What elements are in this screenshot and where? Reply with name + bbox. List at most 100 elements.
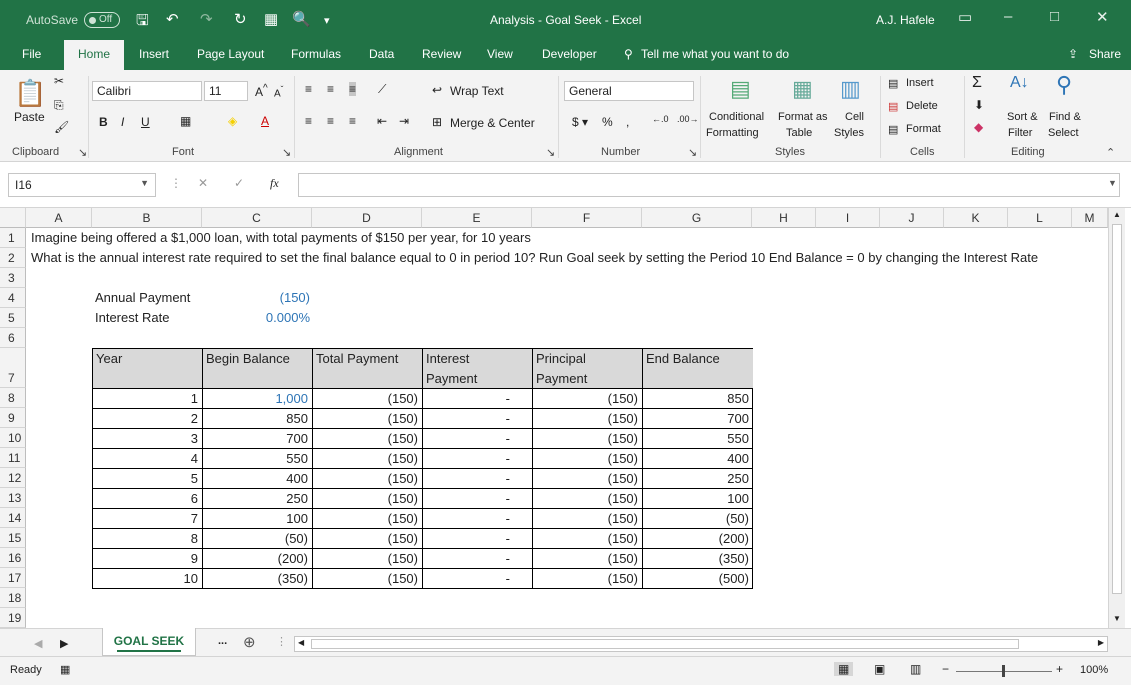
find-select-icon[interactable]: ⚲ [1056, 72, 1072, 98]
merge-center-button[interactable]: Merge & Center [450, 116, 535, 130]
column-header[interactable]: K [944, 208, 1008, 228]
sheet-tab-goal-seek[interactable]: GOAL SEEK [102, 628, 196, 656]
cell-interest-payment[interactable]: - [423, 569, 533, 589]
row-header[interactable]: 2 [0, 248, 26, 268]
customize-qat-icon[interactable]: ▾ [324, 14, 330, 27]
tab-home[interactable]: Home [64, 40, 125, 71]
cell-total-payment[interactable]: (150) [313, 449, 423, 469]
find-select-button[interactable]: Find & [1049, 111, 1081, 123]
cell-begin-balance[interactable]: 400 [203, 469, 313, 489]
format-painter-icon[interactable]: 🖌 [54, 120, 69, 134]
borders-icon[interactable]: ▦ [180, 114, 191, 128]
sort-filter-icon[interactable]: A↓ [1010, 74, 1029, 92]
header-begin-balance[interactable]: Begin Balance [203, 349, 313, 389]
row-header[interactable]: 16 [0, 548, 26, 568]
cell-interest-payment[interactable]: - [423, 529, 533, 549]
cell-end-balance[interactable]: (50) [643, 509, 753, 529]
cell-year[interactable]: 5 [93, 469, 203, 489]
row-header[interactable]: 18 [0, 588, 26, 608]
maximize-icon[interactable]: □ [1050, 8, 1059, 25]
wrap-text-button[interactable]: Wrap Text [450, 84, 504, 98]
tab-view[interactable]: View [487, 47, 513, 61]
cell-end-balance[interactable]: (500) [643, 569, 753, 589]
format-as-table-button[interactable]: Format as [778, 111, 828, 123]
cell-styles-button[interactable]: Cell [845, 111, 864, 123]
delete-cells-icon[interactable]: ▤ [888, 100, 898, 113]
increase-indent-icon[interactable]: ⇥ [399, 114, 409, 128]
zoom-level[interactable]: 100% [1080, 664, 1108, 676]
cell-a1-text[interactable]: Imagine being offered a $1,000 loan, wit… [31, 228, 531, 248]
copy-icon[interactable]: ⎘ [54, 98, 64, 113]
row-header[interactable]: 11 [0, 448, 26, 468]
fill-icon[interactable]: ⬇ [974, 98, 984, 112]
macro-record-icon[interactable]: ▦ [60, 663, 70, 676]
row-header[interactable]: 13 [0, 488, 26, 508]
cell-begin-balance[interactable]: (50) [203, 529, 313, 549]
row-header[interactable]: 8 [0, 388, 26, 408]
column-header[interactable]: I [816, 208, 880, 228]
row-header[interactable]: 10 [0, 428, 26, 448]
cell-begin-balance[interactable]: 700 [203, 429, 313, 449]
row-header[interactable]: 17 [0, 568, 26, 588]
page-layout-view-icon[interactable]: ▣ [874, 662, 885, 676]
cell-begin-balance[interactable]: 550 [203, 449, 313, 469]
increase-font-icon[interactable]: A^ [255, 83, 268, 99]
cell-principal-payment[interactable]: (150) [533, 429, 643, 449]
cell-end-balance[interactable]: (350) [643, 549, 753, 569]
formula-input[interactable] [298, 173, 1120, 197]
column-header[interactable]: M [1072, 208, 1108, 228]
insert-cells-button[interactable]: Insert [906, 77, 934, 89]
tab-review[interactable]: Review [422, 47, 461, 61]
tab-data[interactable]: Data [369, 47, 394, 61]
tab-formulas[interactable]: Formulas [291, 47, 341, 61]
horizontal-scrollbar[interactable]: ◀ ▶ [294, 636, 1108, 652]
align-bottom-icon[interactable]: ≡ [349, 82, 357, 96]
tab-developer[interactable]: Developer [542, 47, 597, 61]
share-icon[interactable]: ⇪ [1068, 47, 1078, 61]
align-center-icon[interactable]: ≡ [327, 114, 334, 128]
prev-sheet-icon[interactable]: ◀ [34, 637, 42, 650]
splitter-icon[interactable]: ⋮ [276, 635, 287, 648]
interest-rate-value[interactable]: 0.000% [202, 308, 310, 328]
dialog-launcher-icon[interactable]: ↘ [546, 146, 555, 159]
insert-cells-icon[interactable]: ▤ [888, 77, 898, 90]
insert-function-icon[interactable]: fx [270, 176, 279, 191]
zoom-in-icon[interactable]: + [1056, 662, 1063, 676]
cell-year[interactable]: 7 [93, 509, 203, 529]
minimize-icon[interactable]: – [1004, 8, 1012, 25]
tab-page-layout[interactable]: Page Layout [197, 47, 264, 61]
cell-interest-payment[interactable]: - [423, 409, 533, 429]
align-top-icon[interactable]: ≡ [305, 82, 312, 96]
tab-insert[interactable]: Insert [139, 47, 169, 61]
cell-year[interactable]: 3 [93, 429, 203, 449]
column-header[interactable]: D [312, 208, 422, 228]
row-header[interactable]: 14 [0, 508, 26, 528]
comma-icon[interactable]: , [626, 115, 629, 129]
close-icon[interactable]: ✕ [1096, 8, 1109, 26]
cell-total-payment[interactable]: (150) [313, 429, 423, 449]
select-all-corner[interactable] [0, 208, 26, 228]
vertical-scrollbar[interactable]: ▲ ▼ [1108, 208, 1125, 628]
align-middle-icon[interactable]: ≡ [327, 82, 334, 96]
paste-button[interactable]: Paste [14, 110, 45, 124]
cell-interest-payment[interactable]: - [423, 389, 533, 409]
scroll-thumb[interactable] [1112, 224, 1122, 594]
cell-end-balance[interactable]: 100 [643, 489, 753, 509]
scroll-up-icon[interactable]: ▲ [1113, 210, 1121, 219]
column-header[interactable]: F [532, 208, 642, 228]
fill-color-icon[interactable]: ◈ [228, 114, 237, 128]
cell-total-payment[interactable]: (150) [313, 569, 423, 589]
row-header[interactable]: 6 [0, 328, 26, 348]
row-header[interactable]: 4 [0, 288, 26, 308]
cell-principal-payment[interactable]: (150) [533, 409, 643, 429]
more-sheets-button[interactable]: ... [218, 635, 227, 647]
cell-end-balance[interactable]: 400 [643, 449, 753, 469]
column-header[interactable]: G [642, 208, 752, 228]
cell-interest-payment[interactable]: - [423, 429, 533, 449]
cell-begin-balance[interactable]: 850 [203, 409, 313, 429]
cell-begin-balance[interactable]: (350) [203, 569, 313, 589]
row-header[interactable]: 19 [0, 608, 26, 628]
merge-icon[interactable]: ⊞ [432, 115, 442, 129]
cell-interest-payment[interactable]: - [423, 549, 533, 569]
redo-icon[interactable]: ↷ [200, 10, 213, 28]
